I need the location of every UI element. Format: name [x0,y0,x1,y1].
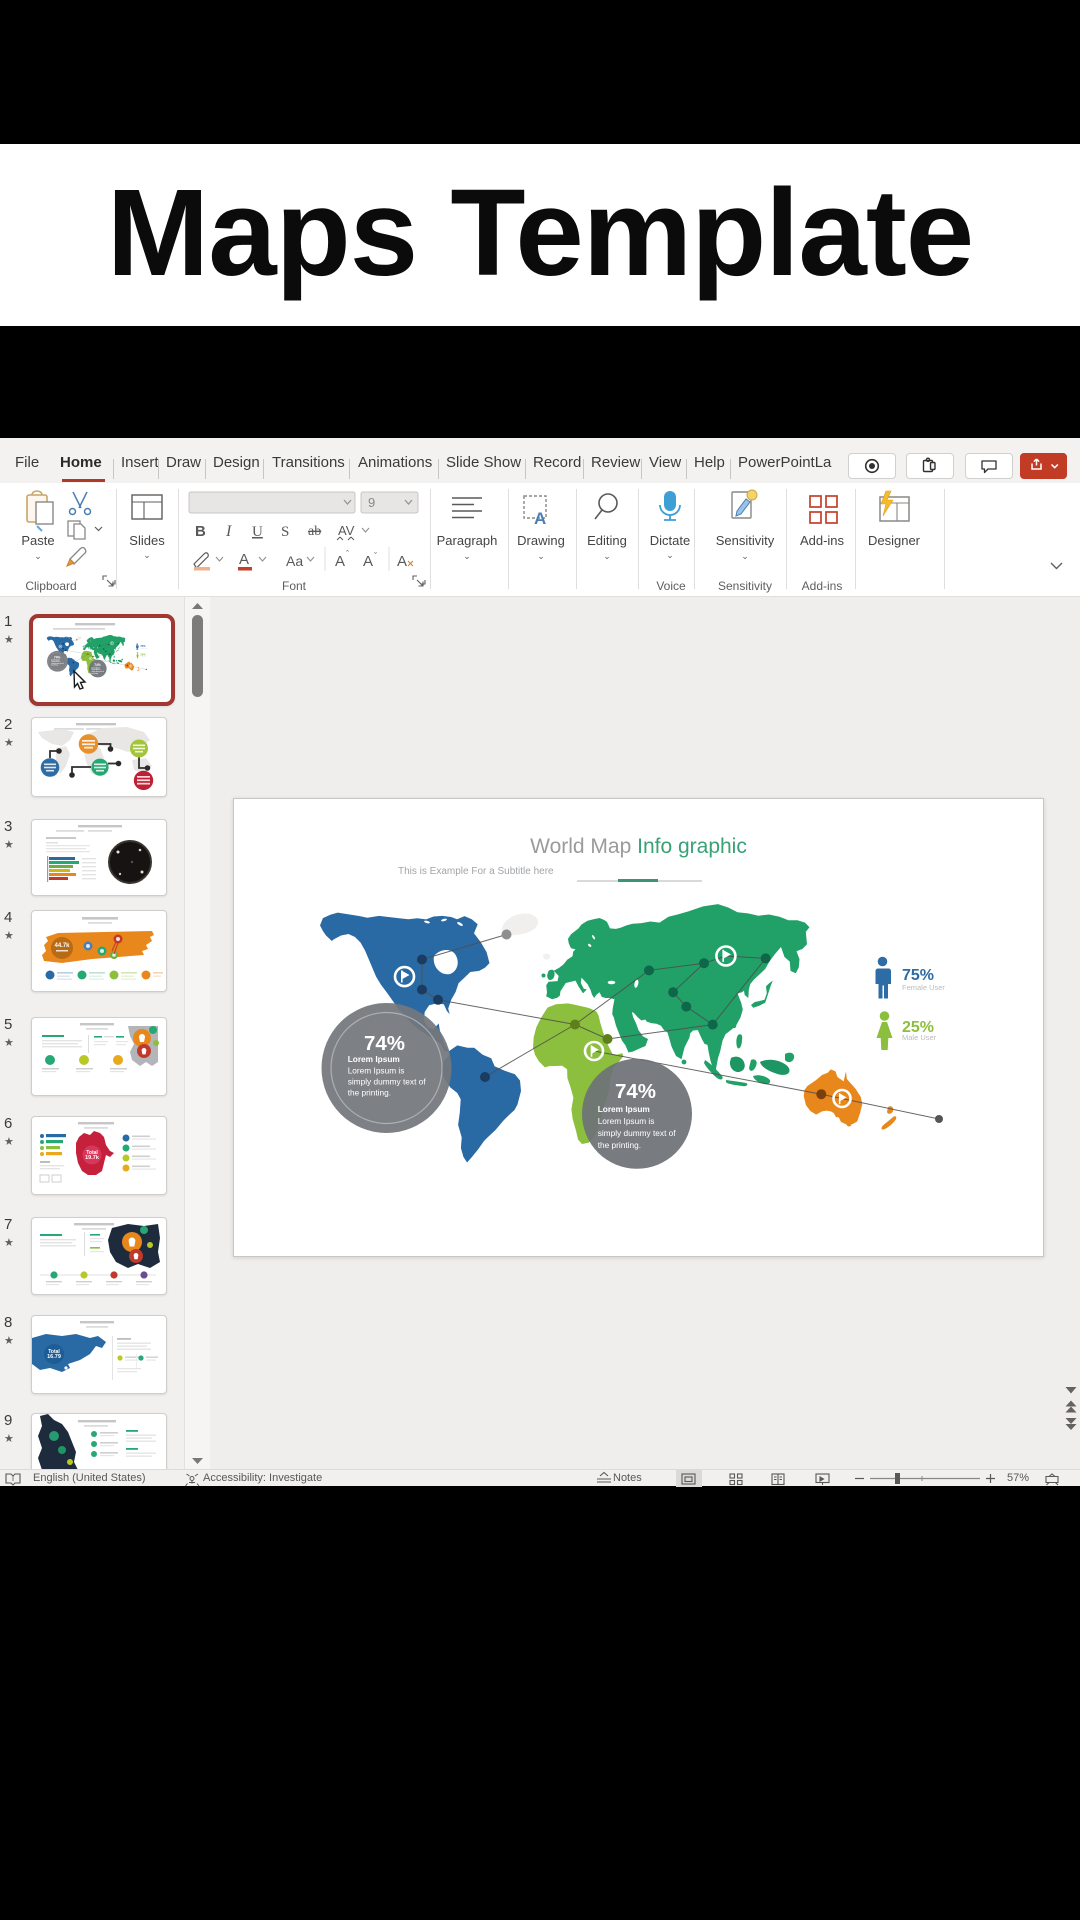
svg-text:simply dummy text of: simply dummy text of [348,1077,427,1087]
svg-text:A: A [397,553,407,570]
svg-text:Lorem Ipsum: Lorem Ipsum [348,1054,400,1064]
svg-text:I: I [225,523,232,540]
svg-text:AV: AV [338,523,355,538]
svg-text:the printing.: the printing. [348,1088,391,1098]
svg-text:Male User: Male User [902,1033,937,1042]
svg-text:9: 9 [368,495,375,510]
svg-text:Lorem Ipsum is: Lorem Ipsum is [598,1116,655,1126]
svg-text:U: U [252,524,263,540]
svg-text:ˇ: ˇ [374,551,377,561]
svg-text:A: A [534,509,546,528]
svg-text:74%: 74% [364,1032,405,1055]
svg-text:the printing.: the printing. [598,1140,641,1150]
svg-text:ab: ab [308,524,321,539]
svg-text:B: B [195,523,206,540]
svg-text:75%: 75% [902,967,934,984]
svg-text:44.7k: 44.7k [54,943,70,949]
svg-text:S: S [281,524,289,540]
svg-text:Female User: Female User [902,983,945,992]
svg-text:A: A [239,551,249,568]
svg-text:16.79: 16.79 [47,1354,61,1360]
svg-text:simply dummy text of: simply dummy text of [598,1128,677,1138]
svg-text:74%: 74% [615,1080,656,1103]
svg-text:Aa: Aa [286,553,303,569]
svg-text:A: A [335,553,345,570]
svg-text:Lorem Ipsum is: Lorem Ipsum is [348,1066,405,1076]
svg-text:ˆ: ˆ [346,549,349,559]
svg-text:Lorem Ipsum: Lorem Ipsum [598,1104,650,1114]
svg-text:19.7k: 19.7k [85,1155,100,1161]
svg-text:A: A [363,553,373,570]
